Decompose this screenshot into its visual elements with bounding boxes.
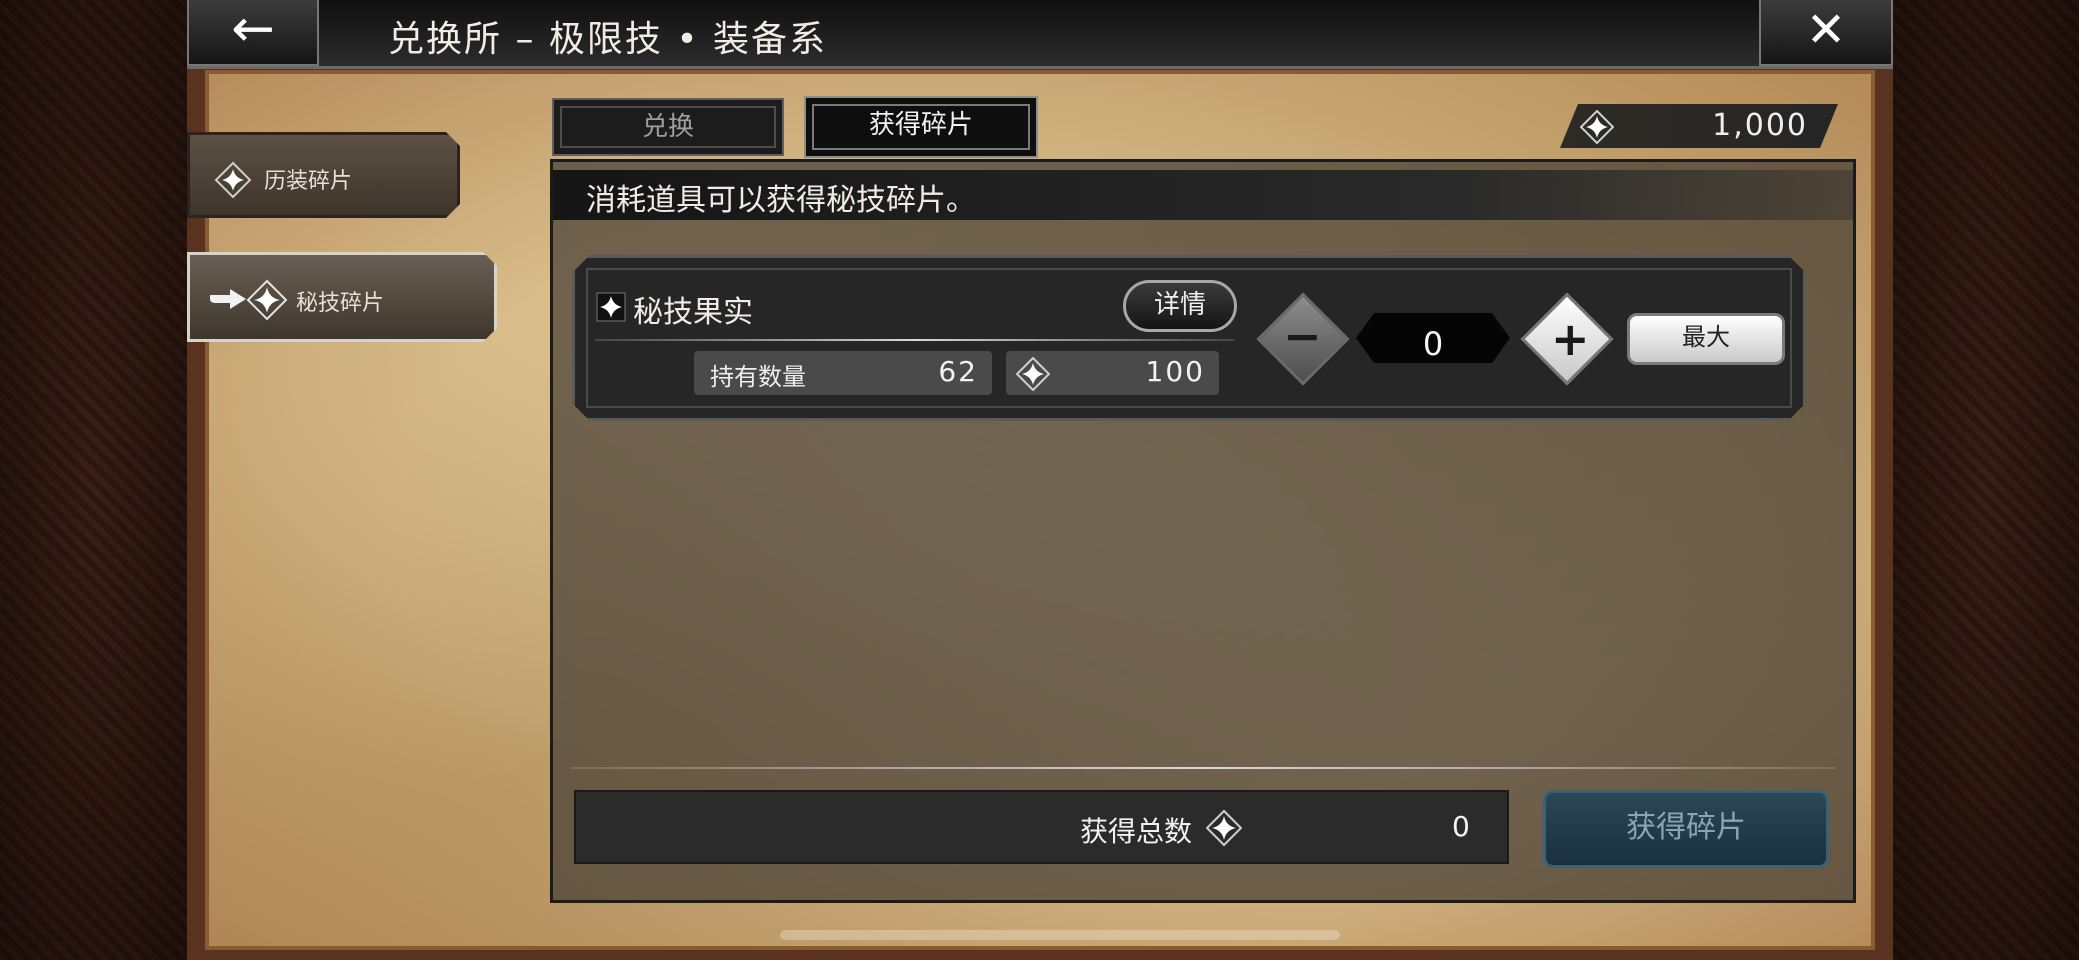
item-diamond-icon bbox=[596, 292, 626, 322]
close-button[interactable]: ✕ bbox=[1759, 0, 1893, 66]
tab-exchange[interactable]: 兑换 bbox=[552, 98, 784, 156]
sidebar-item-legend-gear-shards[interactable]: 历装碎片 bbox=[187, 132, 460, 218]
owned-count-value: 62 bbox=[938, 355, 978, 388]
sidebar-item-label: 秘技碎片 bbox=[296, 291, 385, 316]
detail-button[interactable]: 详情 bbox=[1123, 280, 1237, 332]
tab-obtain-shards[interactable]: 获得碎片 bbox=[804, 96, 1038, 158]
sparkle-diamond-icon bbox=[1206, 810, 1242, 846]
back-button[interactable]: ← bbox=[187, 0, 319, 66]
back-arrow-icon: ← bbox=[231, 0, 275, 59]
sparkle-diamond-icon bbox=[1016, 357, 1050, 391]
page-title: 兑换所 – 极限技 • 装备系 bbox=[388, 19, 828, 60]
sparkle-diamond-icon bbox=[214, 161, 252, 199]
footer-divider bbox=[570, 767, 1836, 769]
item-divider bbox=[595, 339, 1235, 341]
sparkle-diamond-icon bbox=[246, 279, 288, 321]
sidebar-item-secret-skill-shards[interactable]: 秘技碎片 bbox=[187, 252, 497, 342]
currency-display: 1,000 bbox=[1560, 104, 1838, 148]
close-icon: ✕ bbox=[1805, 2, 1847, 58]
minus-icon: − bbox=[1283, 309, 1322, 363]
description-text: 消耗道具可以获得秘技碎片。 bbox=[586, 183, 976, 218]
total-value: 0 bbox=[1452, 810, 1470, 843]
currency-value: 1,000 bbox=[1712, 108, 1808, 143]
pointing-hand-icon bbox=[208, 285, 248, 313]
shard-value: 100 bbox=[1145, 355, 1205, 388]
scroll-indicator bbox=[780, 930, 1340, 940]
sidebar-item-label: 历装碎片 bbox=[264, 169, 353, 194]
plus-icon: + bbox=[1551, 312, 1590, 366]
total-bar bbox=[576, 792, 1507, 862]
quantity-value: 0 bbox=[1422, 325, 1444, 363]
tab-label: 获得碎片 bbox=[812, 104, 1030, 150]
right-border-pattern bbox=[1892, 0, 2079, 960]
total-label: 获得总数 bbox=[1080, 815, 1193, 848]
item-name: 秘技果实 bbox=[633, 295, 753, 330]
tab-label: 兑换 bbox=[560, 106, 776, 148]
sparkle-diamond-icon bbox=[1580, 110, 1614, 144]
obtain-shards-button[interactable]: 获得碎片 bbox=[1543, 790, 1829, 868]
shard-value-box: 100 bbox=[1006, 351, 1219, 395]
owned-count-label: 持有数量 bbox=[710, 363, 806, 391]
owned-count-box: 持有数量 62 bbox=[694, 351, 992, 395]
left-border-pattern bbox=[0, 0, 187, 960]
max-button[interactable]: 最大 bbox=[1627, 313, 1785, 365]
